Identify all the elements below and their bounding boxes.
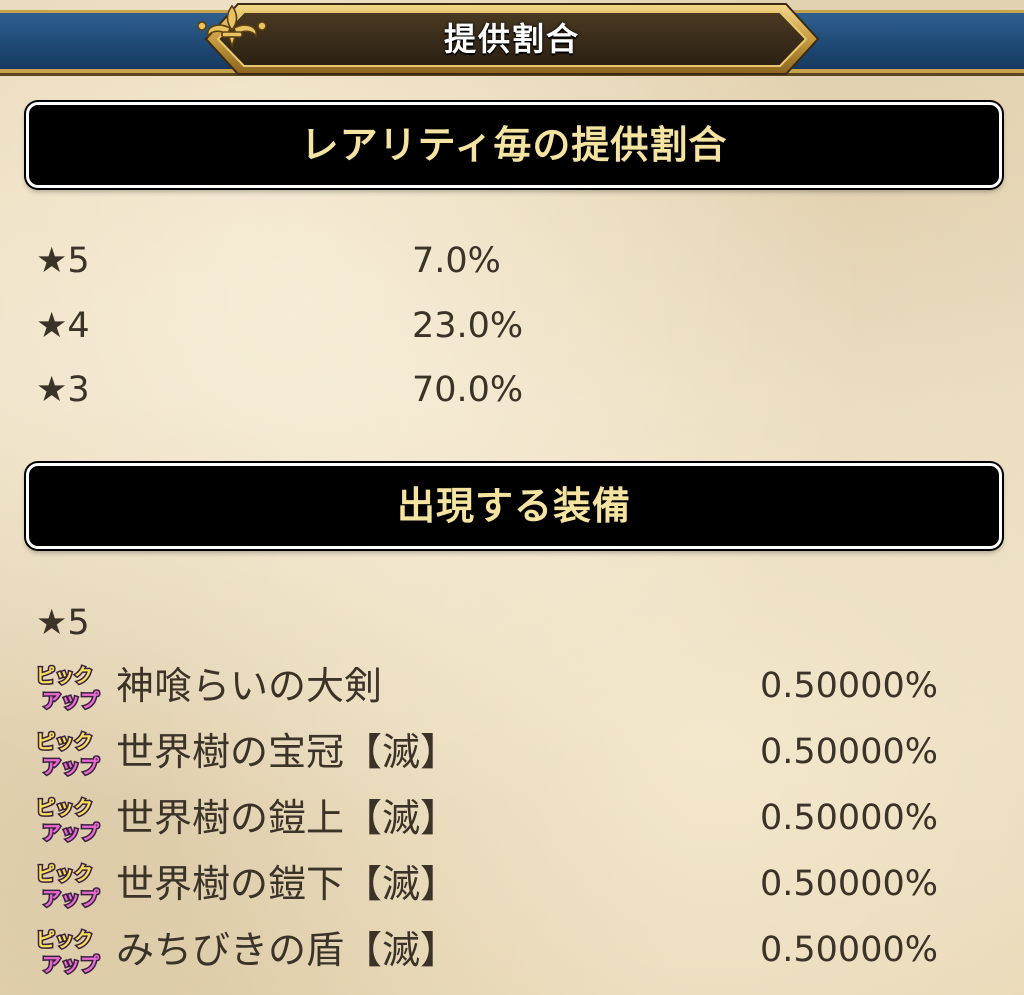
equipment-row: ピック アップ みちびきの盾【滅】 0.50000% [30,920,990,980]
equipment-rate: 0.50000% [760,930,938,970]
equipment-name: 神喰らいの大剣 [116,664,383,708]
rarity-rates-title: レアリティ毎の提供割合 [300,123,728,167]
rarity-rate: 70.0% [412,370,524,410]
equipment-rate: 0.50000% [760,798,938,838]
pickup-badge-line-2: アップ [42,755,100,778]
equipment-banner: 出現する装備 [26,463,1002,549]
rarity-row: ★5 7.0% [36,236,736,286]
pickup-badge-icon: ピック アップ [35,664,102,714]
rarity-row: ★3 70.0% [36,365,736,415]
rarity-row: ★4 23.0% [36,301,736,351]
rarity-rates-banner: レアリティ毎の提供割合 [26,102,1002,188]
pickup-badge-icon: ピック アップ [35,796,102,846]
pickup-badge-line-1: ピック [36,929,93,951]
pickup-badge-icon: ピック アップ [35,730,102,780]
pickup-badge-line-2: アップ [42,821,100,844]
equipment-row: ピック アップ 神喰らいの大剣 0.50000% [30,656,990,716]
pickup-badge-line-1: ピック [36,731,93,753]
rarity-label: ★3 [36,370,90,410]
pickup-badge-line-2: アップ [42,953,100,976]
equipment-rate: 0.50000% [760,864,938,904]
equipment-rate: 0.50000% [760,666,938,706]
header-plate: 提供割合 [196,2,828,76]
equipment-rarity-heading: ★5 [36,603,90,643]
pickup-badge-line-1: ピック [36,665,93,687]
pickup-badge-line-1: ピック [36,797,93,819]
equipment-rate: 0.50000% [760,732,938,772]
equipment-name: 世界樹の宝冠【滅】 [116,730,459,774]
equipment-name: 世界樹の鎧上【滅】 [116,796,459,840]
pickup-badge-icon: ピック アップ [35,862,102,912]
equipment-name: 世界樹の鎧下【滅】 [116,862,459,906]
rarity-rate: 23.0% [412,306,524,346]
rarity-label: ★5 [36,241,90,281]
header-bar: 提供割合 [0,0,1024,78]
rarity-label: ★4 [36,306,90,346]
page-title: 提供割合 [443,20,580,58]
pickup-badge-line-1: ピック [36,863,93,885]
equipment-row: ピック アップ 世界樹の鎧下【滅】 0.50000% [30,854,990,914]
equipment-row: ピック アップ 世界樹の鎧上【滅】 0.50000% [30,788,990,848]
pickup-badge-line-2: アップ [42,689,100,712]
equipment-title: 出現する装備 [396,484,631,528]
pickup-badge-line-2: アップ [42,887,100,910]
equipment-name: みちびきの盾【滅】 [116,928,459,972]
rarity-rate: 7.0% [412,241,501,281]
equipment-row: ピック アップ 世界樹の宝冠【滅】 0.50000% [30,722,990,782]
pickup-badge-icon: ピック アップ [35,928,102,978]
